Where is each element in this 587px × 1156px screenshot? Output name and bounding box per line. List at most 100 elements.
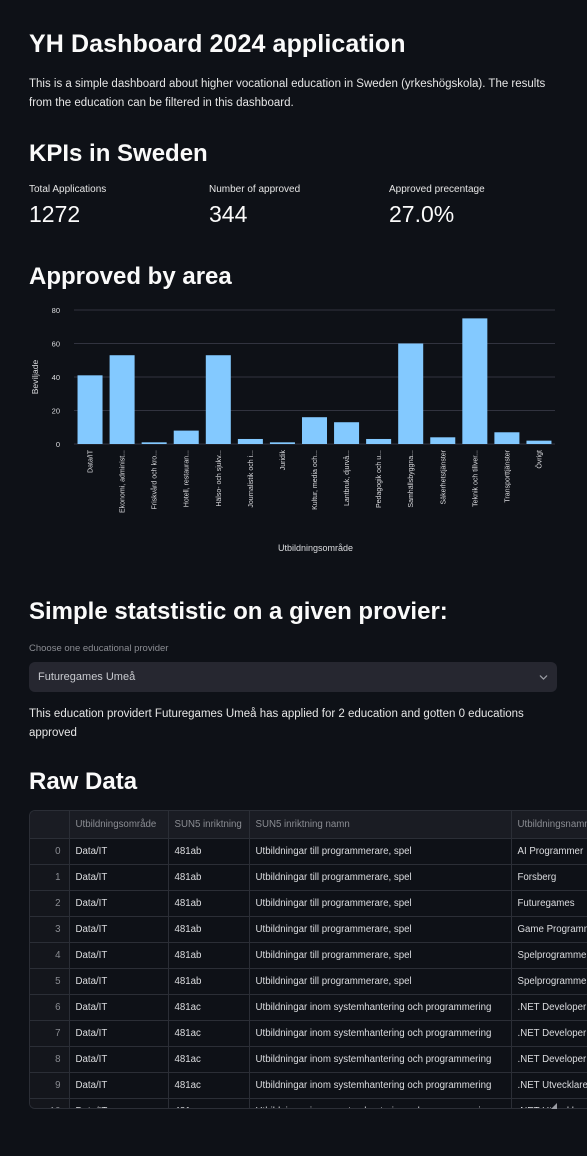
chart-bar[interactable]: [141, 442, 167, 444]
raw-data-heading: Raw Data: [29, 768, 138, 795]
table-cell[interactable]: Data/IT: [69, 994, 169, 1021]
table-cell[interactable]: Utbildningar till programmerare, spel: [249, 916, 512, 943]
table-cell[interactable]: Data/IT: [69, 1020, 169, 1047]
table-cell[interactable]: Data/IT: [69, 1098, 169, 1108]
row-index: 0: [30, 838, 70, 865]
table-cell[interactable]: Utbildningar inom systemhantering och pr…: [249, 1046, 512, 1073]
table-cell[interactable]: Spelprogrammerare: [511, 942, 587, 969]
kpi-label: Number of approved: [209, 184, 301, 195]
x-tick-label: Hälso- och sjukv...: [216, 450, 223, 507]
table-cell[interactable]: Utbildningar till programmerare, spel: [249, 838, 512, 865]
row-index: 8: [30, 1046, 70, 1073]
provider-select[interactable]: Futuregames Umeå: [29, 662, 557, 692]
table-cell[interactable]: 481ac: [168, 1072, 250, 1099]
chart-bar[interactable]: [269, 442, 295, 444]
y-tick-label: 0: [56, 440, 60, 449]
table-cell[interactable]: Data/IT: [69, 942, 169, 969]
x-tick-label: Samhällsbyggna...: [408, 450, 415, 508]
approved-by-area-chart[interactable]: 0 20 40 60 80 Beviljade Data/IT Ekonomi, admini…: [29, 298, 557, 560]
kpi-total-applications: Total Applications 1272: [29, 184, 199, 228]
table-cell[interactable]: .NET Developer: [511, 994, 587, 1021]
table-cell[interactable]: 481ab: [168, 864, 250, 891]
chart-bar[interactable]: [173, 430, 199, 444]
x-tick-label: Hotell, restauran...: [184, 450, 191, 507]
table-cell[interactable]: Utbildningar inom systemhantering och pr…: [249, 1098, 512, 1108]
table-cell[interactable]: 481ab: [168, 968, 250, 995]
chart-bar[interactable]: [301, 417, 328, 444]
row-index: 6: [30, 994, 70, 1021]
chart-bar[interactable]: [109, 355, 135, 444]
table-cell[interactable]: 481ac: [168, 1098, 250, 1108]
table-cell[interactable]: 481ac: [168, 1020, 250, 1047]
column-header-index[interactable]: [30, 811, 70, 839]
kpi-label: Approved precentage: [389, 184, 485, 195]
table-cell[interactable]: Utbildningar till programmerare, spel: [249, 864, 512, 891]
column-header[interactable]: Utbildningsnamn: [511, 811, 587, 839]
chart-bar[interactable]: [77, 375, 103, 444]
table-cell[interactable]: Data/IT: [69, 968, 169, 995]
table-row: 4 Data/IT 481ab Utbildningar till programme…: [30, 942, 587, 969]
table-cell[interactable]: Data/IT: [69, 1072, 169, 1099]
table-cell[interactable]: Futuregames: [511, 890, 587, 917]
kpi-number-approved: Number of approved 344: [209, 184, 379, 228]
row-index: 3: [30, 916, 70, 943]
row-index: 2: [30, 890, 70, 917]
chart-bar[interactable]: [462, 318, 488, 444]
table-cell[interactable]: Utbildningar inom systemhantering och pr…: [249, 1072, 512, 1099]
table-cell[interactable]: 481ac: [168, 994, 250, 1021]
table-cell[interactable]: Spelprogrammerare: [511, 968, 587, 995]
kpi-value: 27.0%: [389, 201, 455, 227]
chart-bar[interactable]: [237, 438, 263, 444]
chart-bar[interactable]: [494, 432, 520, 444]
table-cell[interactable]: Utbildningar inom systemhantering och pr…: [249, 994, 512, 1021]
table-cell[interactable]: Utbildningar till programmerare, spel: [249, 942, 512, 969]
kpi-value: 1272: [29, 201, 81, 227]
x-axis-label: Utbildningsområde: [278, 543, 353, 553]
table-row: 2 Data/IT 481ab Utbildningar till programme…: [30, 890, 587, 917]
chart-bar[interactable]: [526, 440, 552, 444]
table-row: 0 Data/IT 481ab Utbildningar till programme…: [30, 838, 587, 865]
raw-data-table[interactable]: Utbildningsområde SUN5 inriktning SUN5 i…: [29, 810, 587, 1109]
table-header-row: Utbildningsområde SUN5 inriktning SUN5 i…: [30, 811, 587, 839]
provider-heading: Simple statstistic on a given provier:: [29, 598, 448, 625]
table-cell[interactable]: 481ab: [168, 942, 250, 969]
table-cell[interactable]: 481ab: [168, 890, 250, 917]
y-axis-label: Beviljade: [30, 359, 40, 394]
table-cell[interactable]: Data/IT: [69, 864, 169, 891]
table-cell[interactable]: 481ab: [168, 838, 250, 865]
table-cell[interactable]: Data/IT: [69, 916, 169, 943]
resize-handle-icon[interactable]: [551, 1103, 557, 1109]
table-cell[interactable]: Forsberg: [511, 864, 587, 891]
column-header[interactable]: SUN5 inriktning namn: [249, 811, 512, 839]
table-cell[interactable]: AI Programmer: [511, 838, 587, 865]
chart-bar[interactable]: [334, 422, 360, 444]
table-cell[interactable]: Utbildningar inom systemhantering och pr…: [249, 1020, 512, 1047]
table-cell[interactable]: .NET Developer: [511, 1046, 587, 1073]
x-tick-label: Ekonomi, administ...: [120, 450, 127, 513]
y-tick-label: 80: [52, 306, 60, 315]
chart-bar[interactable]: [366, 438, 392, 444]
y-tick-label: 20: [52, 407, 60, 416]
x-tick-label: Kultur, media och...: [312, 450, 319, 510]
table-cell[interactable]: Data/IT: [69, 1046, 169, 1073]
table-cell[interactable]: 481ab: [168, 916, 250, 943]
table-row: 10Data/IT481acUtbildningar inom systemha…: [30, 1098, 587, 1108]
table-row: 5 Data/IT 481ab Utbildningar till programme…: [30, 968, 587, 995]
kpi-value: 344: [209, 201, 248, 227]
table-cell[interactable]: Data/IT: [69, 890, 169, 917]
table-cell[interactable]: Game Programmer: [511, 916, 587, 943]
x-tick-label: Transporttjänster: [504, 449, 511, 502]
column-header[interactable]: Utbildningsområde: [69, 811, 169, 839]
table-cell[interactable]: .NET Utvecklare: [511, 1072, 587, 1099]
table-cell[interactable]: Utbildningar till programmerare, spel: [249, 890, 512, 917]
chart-bar[interactable]: [398, 343, 424, 445]
table-row: 9 Data/IT 481ac Utbildningar inom systemhan…: [30, 1072, 587, 1099]
table-cell[interactable]: .NET Developer: [511, 1020, 587, 1047]
table-cell[interactable]: 481ac: [168, 1046, 250, 1073]
chart-bar[interactable]: [205, 355, 231, 444]
table-cell[interactable]: Data/IT: [69, 838, 169, 865]
chart-bar[interactable]: [430, 437, 456, 444]
column-header[interactable]: SUN5 inriktning: [168, 811, 250, 839]
table-cell[interactable]: Utbildningar till programmerare, spel: [249, 968, 512, 995]
table-cell[interactable]: .NET Utvecklare: [511, 1098, 587, 1108]
